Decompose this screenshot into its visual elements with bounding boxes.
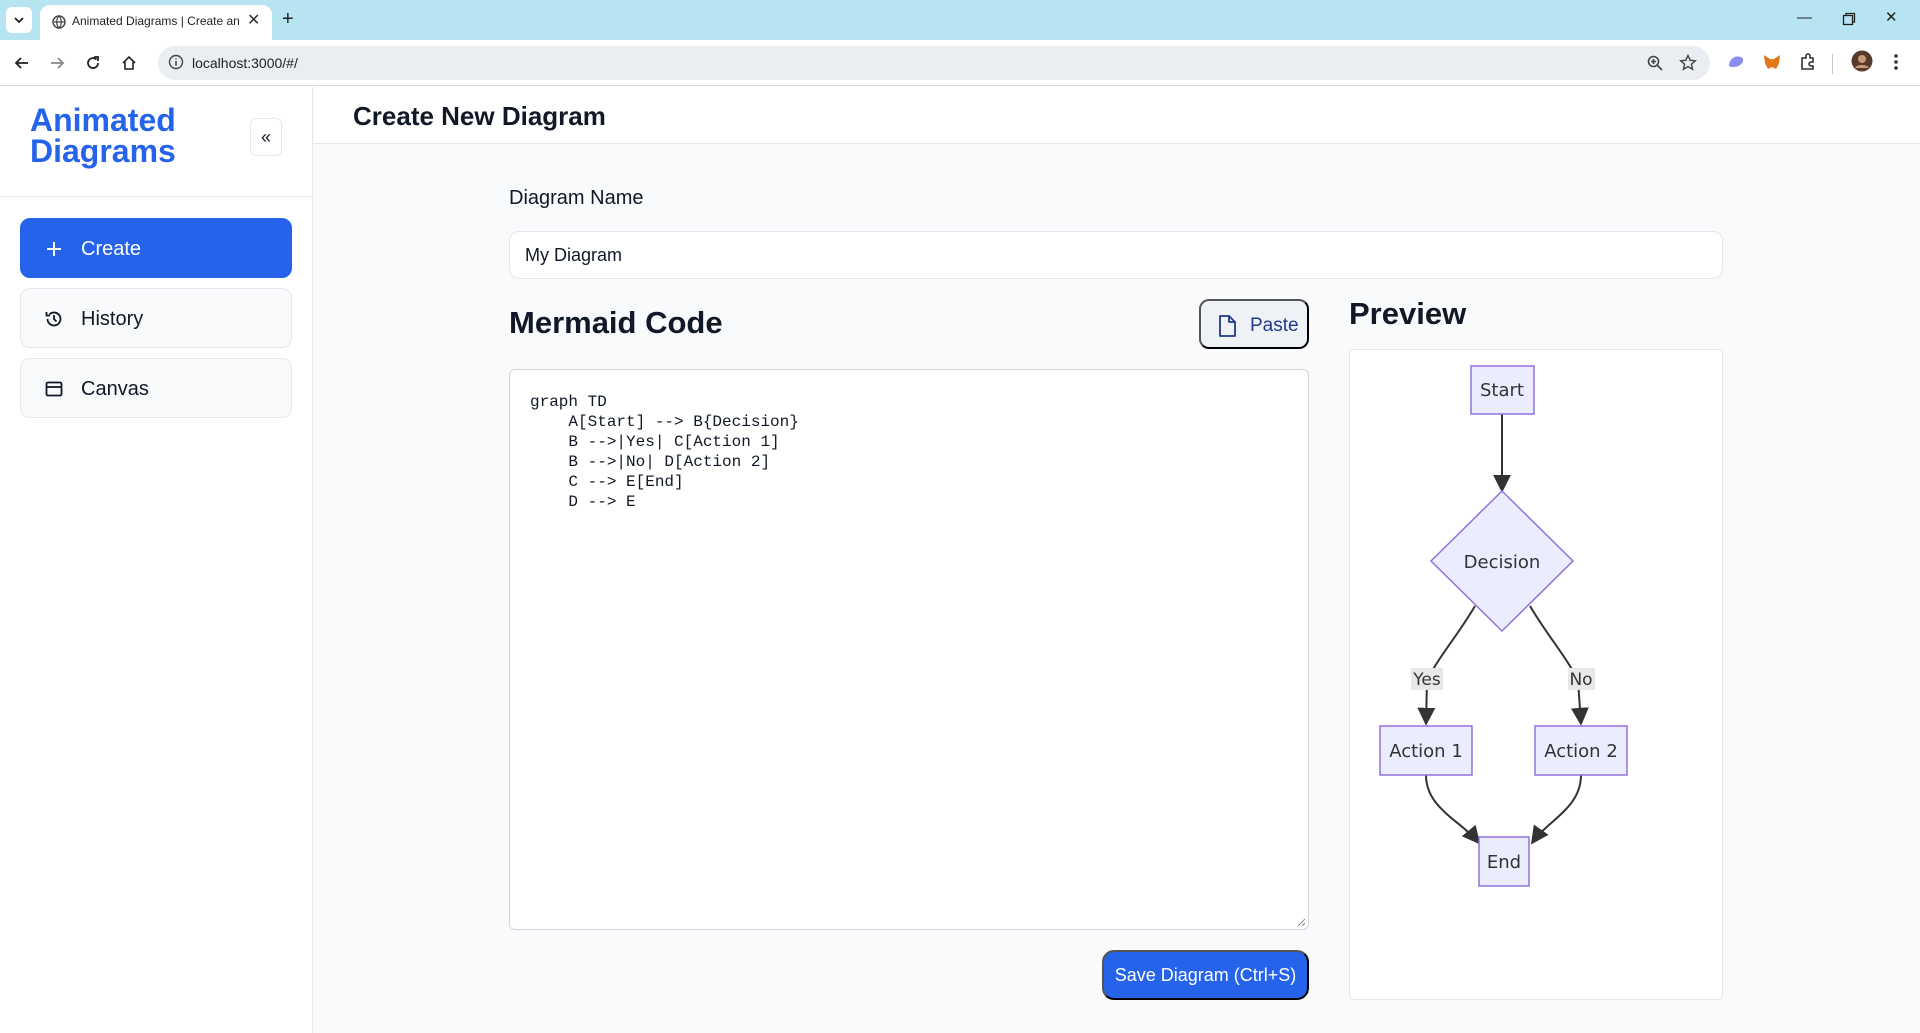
sidebar-item-canvas[interactable]: Canvas xyxy=(20,358,292,418)
chevron-down-icon xyxy=(14,17,24,24)
diagram-name-label: Diagram Name xyxy=(509,187,644,209)
diagram-name-input[interactable] xyxy=(509,231,1723,279)
bookmark-star-icon[interactable] xyxy=(1679,54,1697,72)
toolbar-divider xyxy=(1832,54,1833,74)
back-icon[interactable] xyxy=(10,51,34,75)
sidebar: Animated Diagrams « Create History Canva… xyxy=(0,87,313,1033)
address-bar[interactable]: localhost:3000/#/ xyxy=(158,46,1710,80)
globe-icon xyxy=(52,15,66,29)
site-info-icon[interactable] xyxy=(168,54,184,70)
browser-tab[interactable]: Animated Diagrams | Create an ✕ xyxy=(40,5,272,40)
node-action-2-label: Action 2 xyxy=(1544,741,1618,762)
new-tab-icon[interactable]: + xyxy=(282,9,294,29)
paste-button-label: Paste xyxy=(1250,315,1299,336)
sidebar-item-label: Create xyxy=(81,238,142,260)
sidebar-divider xyxy=(0,196,313,197)
sidebar-item-label: History xyxy=(81,308,144,330)
minimize-icon[interactable]: — xyxy=(1797,9,1812,27)
edge-label-no: No xyxy=(1569,670,1592,690)
page-title: Create New Diagram xyxy=(353,101,606,131)
browser-menu-icon[interactable] xyxy=(1893,52,1899,72)
edge-decision-action1 xyxy=(1417,605,1476,726)
close-window-icon[interactable]: ✕ xyxy=(1885,9,1898,27)
browser-tab-bar: Animated Diagrams | Create an ✕ + — ✕ xyxy=(0,0,1920,40)
node-start-label: Start xyxy=(1480,380,1524,401)
preview-heading: Preview xyxy=(1349,296,1467,331)
page-header: Create New Diagram xyxy=(314,87,1920,144)
node-end-label: End xyxy=(1487,852,1521,873)
sidebar-item-label: Canvas xyxy=(81,378,149,400)
node-action-1-label: Action 1 xyxy=(1389,741,1463,762)
close-tab-icon[interactable]: ✕ xyxy=(247,13,260,29)
url-text[interactable]: localhost:3000/#/ xyxy=(192,55,298,71)
home-icon[interactable] xyxy=(117,51,141,75)
brand-logo-text[interactable]: Animated Diagrams xyxy=(30,104,250,167)
collapse-sidebar-button[interactable]: « xyxy=(250,118,282,156)
document-icon xyxy=(1219,315,1236,337)
tab-title: Animated Diagrams | Create an xyxy=(72,14,240,28)
save-diagram-button[interactable]: Save Diagram (Ctrl+S) xyxy=(1102,950,1309,1000)
extensions-puzzle-icon[interactable] xyxy=(1798,52,1818,72)
paste-button[interactable]: Paste xyxy=(1199,299,1309,349)
edge-decision-action2 xyxy=(1529,605,1589,726)
mermaid-code-heading: Mermaid Code xyxy=(509,305,723,340)
sidebar-item-create[interactable]: Create xyxy=(20,218,292,278)
flowchart-diagram: Yes No Start Decision Action 1 Action 2 … xyxy=(1379,365,1628,887)
profile-avatar-icon[interactable] xyxy=(1851,50,1873,72)
metamask-fox-icon[interactable] xyxy=(1762,52,1782,72)
reload-icon[interactable] xyxy=(81,51,105,75)
forward-icon[interactable] xyxy=(45,51,69,75)
resize-handle-icon[interactable] xyxy=(1296,917,1306,927)
mermaid-code-editor[interactable]: graph TD A[Start] --> B{Decision} B -->|… xyxy=(509,369,1309,930)
plus-icon xyxy=(47,242,61,256)
preview-panel: Yes No Start Decision Action 1 Action 2 … xyxy=(1349,349,1723,1000)
edge-action1-end xyxy=(1425,774,1481,845)
canvas-icon xyxy=(45,381,63,397)
history-icon xyxy=(45,311,62,327)
browser-toolbar: localhost:3000/#/ xyxy=(0,40,1920,86)
sidebar-item-history[interactable]: History xyxy=(20,288,292,348)
edge-action2-end xyxy=(1530,774,1582,845)
tab-search-button[interactable] xyxy=(6,7,32,33)
zoom-icon[interactable] xyxy=(1646,54,1664,72)
restore-icon[interactable] xyxy=(1842,12,1856,26)
extension-blob-icon[interactable] xyxy=(1726,52,1746,72)
edge-label-yes: Yes xyxy=(1412,670,1441,690)
node-decision-label: Decision xyxy=(1464,552,1541,573)
